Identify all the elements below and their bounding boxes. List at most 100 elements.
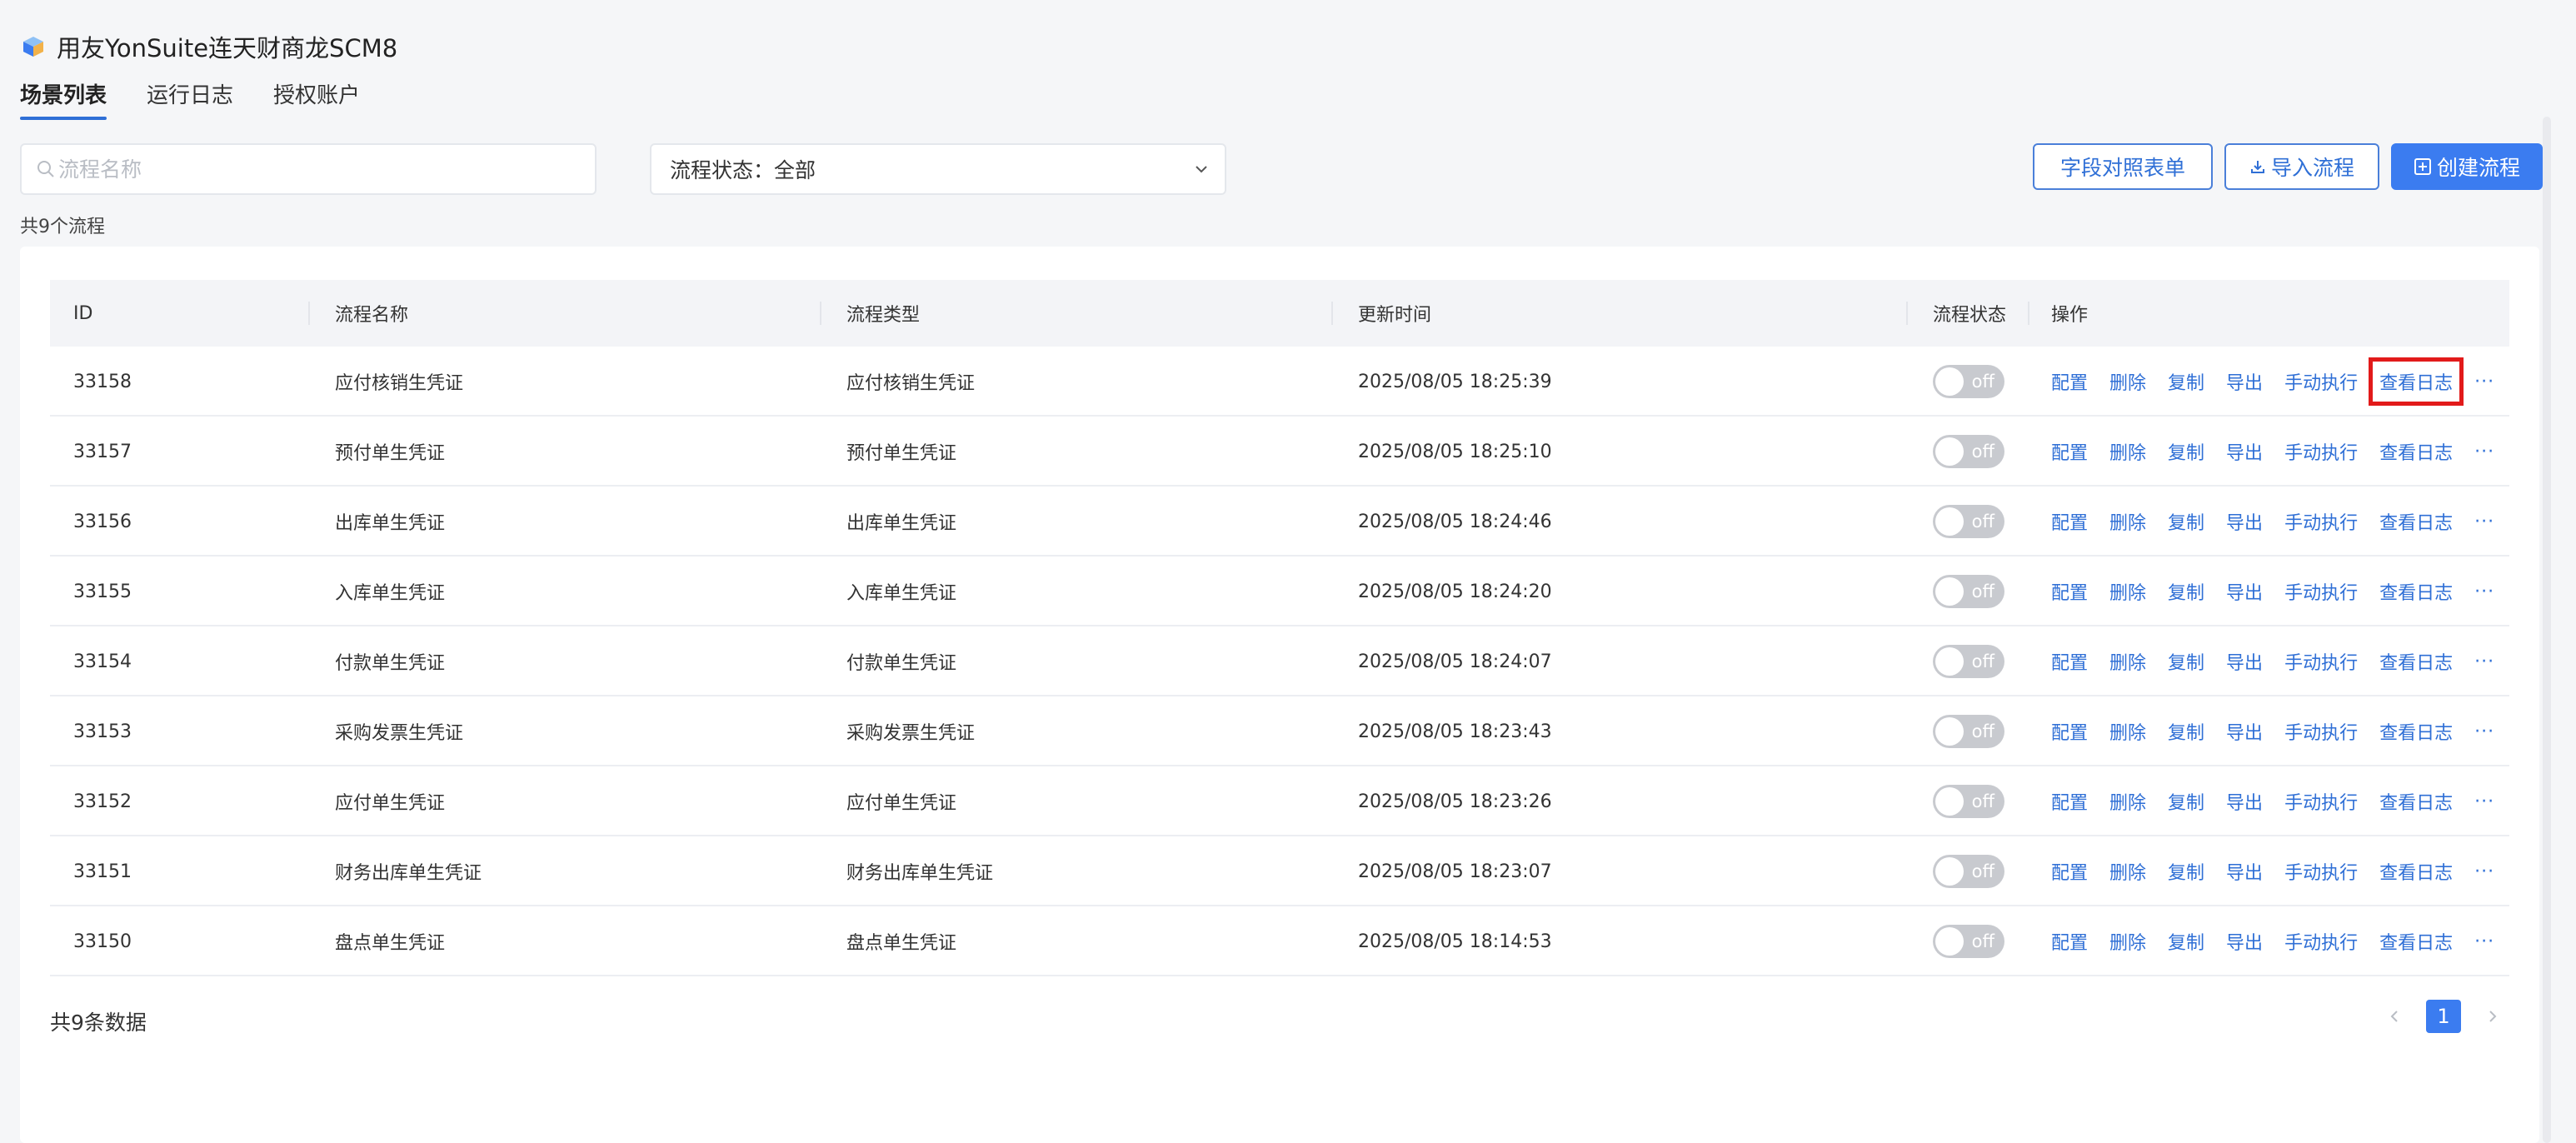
page-number-1[interactable]: 1 [2426, 1000, 2461, 1033]
config-link[interactable]: 配置 [2051, 858, 2088, 885]
export-link[interactable]: 导出 [2226, 928, 2263, 955]
config-link[interactable]: 配置 [2051, 508, 2088, 535]
export-link[interactable]: 导出 [2226, 718, 2263, 745]
view-log-link[interactable]: 查看日志 [2379, 928, 2453, 955]
view-log-link[interactable]: 查看日志 [2379, 578, 2453, 605]
view-log-link[interactable]: 查看日志 [2379, 438, 2453, 465]
manual-run-link[interactable]: 手动执行 [2284, 508, 2358, 535]
more-actions-icon[interactable]: ··· [2474, 721, 2494, 742]
next-page-button[interactable] [2476, 1000, 2509, 1033]
table-row: 33158 应付核销生凭证 应付核销生凭证 2025/08/05 18:25:39 of… [50, 347, 2509, 417]
copy-link[interactable]: 复制 [2168, 788, 2204, 815]
more-actions-icon[interactable]: ··· [2474, 512, 2494, 532]
manual-run-link[interactable]: 手动执行 [2284, 788, 2358, 815]
cell-status: off [1933, 417, 2004, 487]
copy-link[interactable]: 复制 [2168, 648, 2204, 675]
status-toggle[interactable]: off [1933, 715, 2004, 748]
more-actions-icon[interactable]: ··· [2474, 861, 2494, 882]
export-link[interactable]: 导出 [2226, 438, 2263, 465]
status-toggle[interactable]: off [1933, 505, 2004, 538]
manual-run-link[interactable]: 手动执行 [2284, 928, 2358, 955]
import-flow-button[interactable]: 导入流程 [2224, 143, 2379, 190]
more-actions-icon[interactable]: ··· [2474, 442, 2494, 462]
more-actions-icon[interactable]: ··· [2474, 581, 2494, 602]
export-link[interactable]: 导出 [2226, 578, 2263, 605]
manual-run-link[interactable]: 手动执行 [2284, 368, 2358, 395]
page-scrollbar[interactable] [2543, 117, 2551, 1143]
config-link[interactable]: 配置 [2051, 368, 2088, 395]
delete-link[interactable]: 删除 [2109, 368, 2146, 395]
toggle-label: off [1971, 442, 1994, 462]
search-box[interactable] [20, 143, 597, 195]
manual-run-link[interactable]: 手动执行 [2284, 858, 2358, 885]
copy-link[interactable]: 复制 [2168, 928, 2204, 955]
field-map-button[interactable]: 字段对照表单 [2033, 143, 2213, 190]
delete-link[interactable]: 删除 [2109, 718, 2146, 745]
tab-bar: 场景列表 运行日志 授权账户 [20, 77, 400, 120]
more-actions-icon[interactable]: ··· [2474, 931, 2494, 952]
copy-link[interactable]: 复制 [2168, 508, 2204, 535]
status-toggle[interactable]: off [1933, 785, 2004, 818]
config-link[interactable]: 配置 [2051, 788, 2088, 815]
export-link[interactable]: 导出 [2226, 788, 2263, 815]
tab-run-log[interactable]: 运行日志 [147, 77, 233, 120]
view-log-link[interactable]: 查看日志 [2379, 648, 2453, 675]
config-link[interactable]: 配置 [2051, 648, 2088, 675]
status-filter-select[interactable]: 流程状态： 全部 [650, 143, 1226, 195]
view-log-link[interactable]: 查看日志 [2369, 357, 2464, 406]
manual-run-link[interactable]: 手动执行 [2284, 648, 2358, 675]
view-log-link[interactable]: 查看日志 [2379, 788, 2453, 815]
status-toggle[interactable]: off [1933, 855, 2004, 888]
export-link[interactable]: 导出 [2226, 648, 2263, 675]
delete-link[interactable]: 删除 [2109, 648, 2146, 675]
config-link[interactable]: 配置 [2051, 578, 2088, 605]
config-link[interactable]: 配置 [2051, 928, 2088, 955]
prev-page-button[interactable] [2378, 1000, 2411, 1033]
delete-link[interactable]: 删除 [2109, 858, 2146, 885]
config-link[interactable]: 配置 [2051, 718, 2088, 745]
delete-link[interactable]: 删除 [2109, 508, 2146, 535]
create-flow-button[interactable]: 创建流程 [2391, 143, 2543, 190]
copy-link[interactable]: 复制 [2168, 368, 2204, 395]
app-header: 用友YonSuite连天财商龙SCM8 [20, 25, 397, 68]
cell-status: off [1933, 766, 2004, 836]
manual-run-link[interactable]: 手动执行 [2284, 578, 2358, 605]
status-toggle[interactable]: off [1933, 575, 2004, 608]
manual-run-link[interactable]: 手动执行 [2284, 718, 2358, 745]
status-toggle[interactable]: off [1933, 645, 2004, 678]
copy-link[interactable]: 复制 [2168, 578, 2204, 605]
header-divider [308, 302, 310, 325]
toggle-label: off [1971, 581, 1994, 601]
cell-actions: 配置 删除 复制 导出 手动执行 查看日志 ··· [2051, 487, 2494, 557]
status-toggle[interactable]: off [1933, 925, 2004, 958]
config-link[interactable]: 配置 [2051, 438, 2088, 465]
flow-table: ID 流程名称 流程类型 更新时间 流程状态 操作 33158 应付核销生凭证 应付… [50, 280, 2509, 976]
tab-auth-account[interactable]: 授权账户 [273, 77, 360, 120]
header-updated: 更新时间 [1358, 305, 1432, 326]
search-input[interactable] [58, 157, 595, 182]
more-actions-icon[interactable]: ··· [2474, 791, 2494, 812]
delete-link[interactable]: 删除 [2109, 578, 2146, 605]
export-link[interactable]: 导出 [2226, 368, 2263, 395]
copy-link[interactable]: 复制 [2168, 718, 2204, 745]
export-link[interactable]: 导出 [2226, 858, 2263, 885]
cell-updated-time: 2025/08/05 18:24:46 [1358, 511, 1552, 532]
tab-scene-list[interactable]: 场景列表 [20, 77, 107, 120]
view-log-link[interactable]: 查看日志 [2379, 508, 2453, 535]
export-link[interactable]: 导出 [2226, 508, 2263, 535]
cell-flow-name: 出库单生凭证 [335, 513, 446, 534]
status-toggle[interactable]: off [1933, 435, 2004, 468]
manual-run-link[interactable]: 手动执行 [2284, 438, 2358, 465]
delete-link[interactable]: 删除 [2109, 788, 2146, 815]
more-actions-icon[interactable]: ··· [2474, 651, 2494, 672]
view-log-link[interactable]: 查看日志 [2379, 718, 2453, 745]
copy-link[interactable]: 复制 [2168, 438, 2204, 465]
table-header: ID 流程名称 流程类型 更新时间 流程状态 操作 [50, 280, 2509, 347]
delete-link[interactable]: 删除 [2109, 438, 2146, 465]
copy-link[interactable]: 复制 [2168, 858, 2204, 885]
delete-link[interactable]: 删除 [2109, 928, 2146, 955]
toggle-knob [1935, 507, 1964, 536]
view-log-link[interactable]: 查看日志 [2379, 858, 2453, 885]
more-actions-icon[interactable]: ··· [2474, 372, 2494, 392]
status-toggle[interactable]: off [1933, 365, 2004, 398]
